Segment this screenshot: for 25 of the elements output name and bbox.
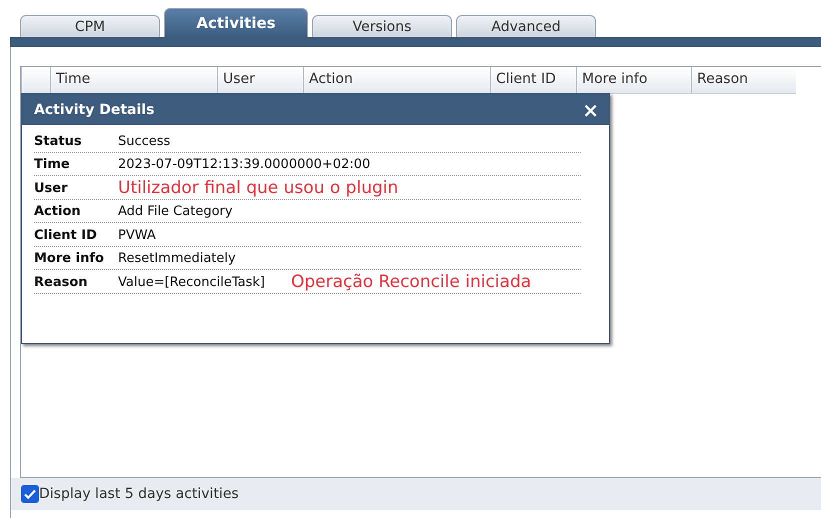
- tab[interactable]: CPM: [20, 15, 160, 37]
- annotation: Utilizador final que usou o plugin: [118, 178, 400, 198]
- field-value: Add File Category: [118, 204, 233, 221]
- tab[interactable]: Advanced: [456, 15, 596, 37]
- field-label: Client ID: [34, 228, 98, 244]
- field-label: Time: [34, 157, 71, 174]
- field-label: Action: [34, 204, 82, 221]
- field-label: Status: [34, 134, 83, 150]
- field-label: More info: [34, 251, 105, 268]
- field-value: Success: [118, 134, 170, 150]
- tab[interactable]: Versions: [312, 15, 452, 37]
- field-label: User: [34, 180, 69, 198]
- field-label: Reason: [34, 274, 89, 292]
- field-value: ResetImmediately: [118, 251, 236, 268]
- checkbox-label: Display last 5 days activities: [39, 486, 239, 502]
- close-button[interactable]: ×: [582, 100, 599, 120]
- column-header[interactable]: Reason: [691, 67, 796, 93]
- annotation: Operação Reconcile iniciada: [290, 272, 532, 292]
- checkbox[interactable]: [21, 485, 39, 503]
- field-value: PVWA: [118, 228, 156, 244]
- dialog-title: Activity Details: [34, 102, 154, 118]
- field-value: Value=[ReconcileTask]: [118, 274, 266, 292]
- tab[interactable]: Activities: [164, 8, 308, 37]
- field-value: 2023-07-09T12:13:39.0000000+02:00: [118, 157, 370, 174]
- check-icon: [23, 487, 37, 501]
